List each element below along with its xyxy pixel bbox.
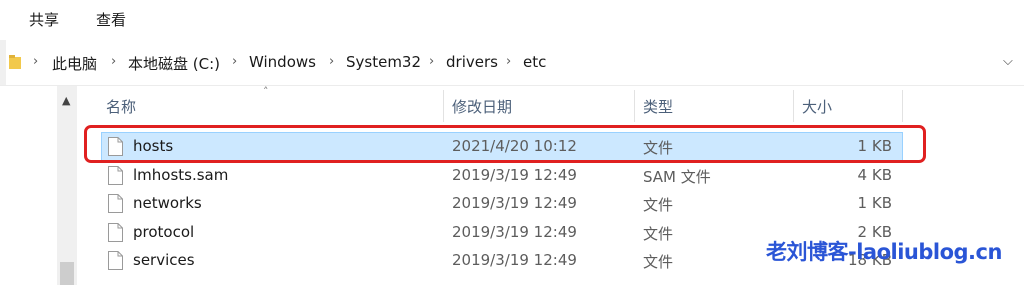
breadcrumb-windows[interactable]: Windows <box>249 53 316 71</box>
ribbon-tabs: 共享 查看 <box>0 0 1024 41</box>
file-size: 1 KB <box>857 194 892 212</box>
file-row-networks[interactable]: networks 2019/3/19 12:49 文件 1 KB <box>102 190 902 218</box>
scroll-up-icon[interactable]: ▲ <box>62 94 70 107</box>
breadcrumb-system32[interactable]: System32 <box>346 53 421 71</box>
file-name: networks <box>133 194 202 212</box>
chevron-right-icon[interactable]: › <box>506 54 511 69</box>
file-type: 文件 <box>643 225 674 243</box>
highlight-box <box>84 125 926 163</box>
file-icon <box>108 223 123 242</box>
breadcrumb-local-disk[interactable]: 本地磁盘 (C:) <box>128 53 220 74</box>
file-size: 4 KB <box>857 166 892 184</box>
column-header-name[interactable]: 名称 <box>102 86 442 122</box>
file-date: 2019/3/19 12:49 <box>452 223 577 241</box>
column-header-type[interactable]: 类型 <box>635 86 793 122</box>
address-bar-edge <box>0 40 6 85</box>
file-name: protocol <box>133 223 195 241</box>
column-header-size[interactable]: 大小 <box>794 86 902 122</box>
file-type: 文件 <box>643 253 674 271</box>
watermark: 老刘博客-laoliublog.cn <box>766 240 1002 264</box>
chevron-right-icon[interactable]: › <box>329 54 334 69</box>
file-icon <box>108 251 123 270</box>
file-icon <box>108 166 123 185</box>
chevron-right-icon[interactable]: › <box>232 54 237 69</box>
breadcrumb-this-pc[interactable]: 此电脑 <box>52 53 97 74</box>
chevron-right-icon[interactable]: › <box>429 54 434 69</box>
column-divider[interactable] <box>902 90 903 122</box>
scrollbar-thumb[interactable] <box>60 262 74 285</box>
address-bar[interactable]: › 此电脑 › 本地磁盘 (C:) › Windows › System32 ›… <box>0 40 1024 86</box>
file-date: 2019/3/19 12:49 <box>452 251 577 269</box>
file-date: 2019/3/19 12:49 <box>452 166 577 184</box>
tab-share[interactable]: 共享 <box>29 9 59 30</box>
breadcrumb-etc[interactable]: etc <box>523 53 546 71</box>
file-date: 2019/3/19 12:49 <box>452 194 577 212</box>
column-header-date[interactable]: 修改日期 <box>444 86 634 122</box>
file-icon <box>108 194 123 213</box>
vertical-scrollbar[interactable]: ▲ <box>57 86 77 285</box>
chevron-right-icon[interactable]: › <box>33 54 38 69</box>
file-type: SAM 文件 <box>643 168 711 186</box>
file-name: lmhosts.sam <box>133 166 229 184</box>
file-type: 文件 <box>643 196 674 214</box>
file-row-lmhosts[interactable]: lmhosts.sam 2019/3/19 12:49 SAM 文件 4 KB <box>102 162 902 190</box>
chevron-right-icon[interactable]: › <box>111 54 116 69</box>
folder-icon <box>9 55 21 69</box>
tab-view[interactable]: 查看 <box>96 9 126 30</box>
chevron-down-icon[interactable]: ⌵ <box>1003 54 1013 69</box>
file-name: services <box>133 251 195 269</box>
breadcrumb-drivers[interactable]: drivers <box>446 53 498 71</box>
